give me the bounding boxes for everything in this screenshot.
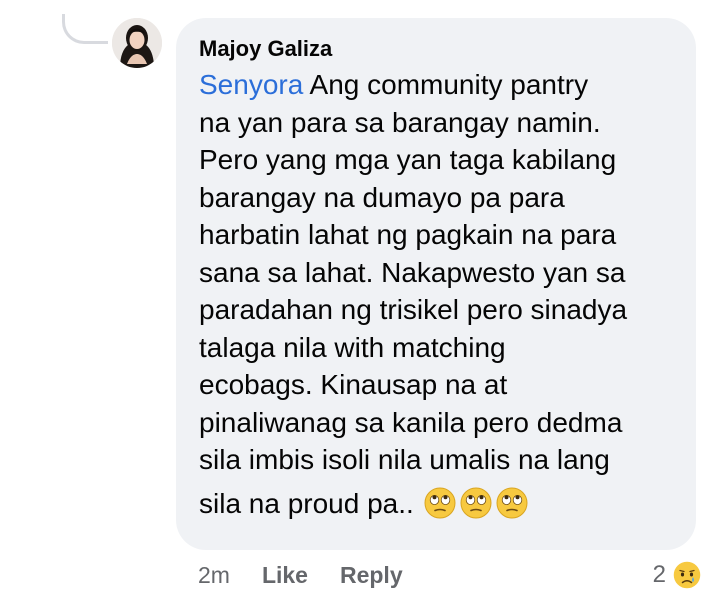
comment-line: sila na proud pa.. (199, 485, 669, 523)
emoji-group (424, 487, 528, 519)
comment-actions: 2m Like Reply (198, 562, 403, 589)
comment-line: barangay na dumayo pa para (199, 181, 565, 213)
comment-line: Pero yang mga yan taga kabilang (199, 144, 617, 175)
reply-button[interactable]: Reply (340, 562, 403, 589)
comment-thread: Majoy Galiza Senyora Ang community pantr… (0, 0, 720, 600)
comment-line: sana sa lahat. Nakapwesto yan sa (199, 256, 626, 288)
rolling-eyes-emoji-icon (460, 487, 492, 519)
comment-line: sila imbis isoli nila umalis na lang (199, 444, 610, 475)
thread-connector (62, 14, 108, 44)
like-button[interactable]: Like (262, 562, 308, 589)
comment-line: Senyora Ang community pantry (199, 69, 589, 100)
comment-author[interactable]: Majoy Galiza (199, 36, 674, 62)
comment-line: talaga nila with matching (199, 331, 506, 363)
comment-line: pinaliwanag sa kanila pero dedma (199, 406, 623, 438)
reaction-summary[interactable]: 2 (653, 560, 702, 590)
comment-timestamp[interactable]: 2m (198, 562, 230, 589)
comment-body: Senyora Ang community pantry na yan para… (199, 66, 669, 522)
mention-link[interactable]: Senyora (199, 69, 303, 100)
comment-line: ecobags. Kinausap na at (199, 369, 508, 400)
comment-bubble: Majoy Galiza Senyora Ang community pantr… (176, 18, 696, 550)
comment-line: na yan para sa barangay namin. (199, 106, 601, 138)
rolling-eyes-emoji-icon (424, 487, 456, 519)
comment-line: paradahan ng trisikel pero sinadya (199, 294, 628, 325)
rolling-eyes-emoji-icon (496, 487, 528, 519)
sad-reaction-icon (672, 560, 702, 590)
comment-line: harbatin lahat ng pagkain na para (199, 219, 617, 250)
avatar-image (112, 18, 162, 68)
reaction-count: 2 (652, 561, 666, 588)
avatar[interactable] (112, 18, 162, 68)
